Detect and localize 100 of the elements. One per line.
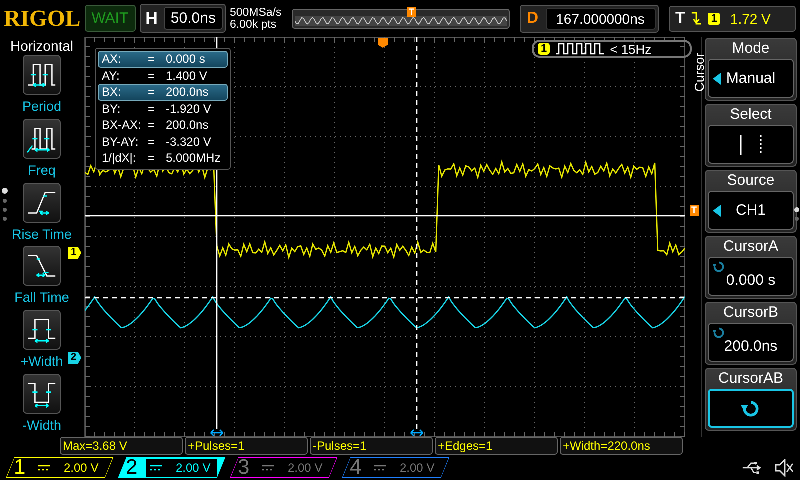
rotate-icon — [713, 327, 725, 339]
cursor-marker-icon — [410, 429, 424, 437]
brand-logo: RIGOL — [4, 6, 81, 32]
dc-coupling-icon — [38, 464, 50, 472]
measure-label: Fall Time — [14, 290, 70, 306]
menu-item-label: CursorA — [722, 237, 780, 257]
cursor-marker-icon — [210, 429, 224, 437]
menu-softkey[interactable] — [708, 389, 794, 428]
menu-title: Cursor — [692, 53, 707, 92]
readout-value: 200.0ns — [166, 85, 209, 100]
channel-scale: 2.00 V — [288, 460, 323, 474]
menu-softkey[interactable]: Manual — [708, 59, 794, 98]
rotate-icon — [713, 261, 725, 273]
left-arrow-icon — [713, 72, 721, 84]
ch2-marker: 2 — [68, 352, 82, 364]
memory-depth: 6.00k pts — [230, 18, 278, 30]
measure-button[interactable] — [22, 374, 61, 414]
cursor-b-line[interactable] — [416, 37, 418, 429]
channel-scale: 2.00 V — [400, 460, 435, 474]
readout-equals: = — [148, 68, 156, 83]
timebase-label: H — [144, 8, 159, 28]
timebase-value: 50.0ns — [164, 7, 223, 30]
trigger-level: 1.72 V — [730, 10, 771, 26]
trigger-position-icon — [378, 38, 388, 48]
readout-label: AX: — [102, 52, 122, 66]
measure-button[interactable] — [22, 246, 61, 286]
readout-value: 200.0ns — [166, 118, 209, 132]
page-indicator-icon — [1, 187, 9, 223]
channel-number: 1 — [14, 456, 27, 480]
dc-coupling-icon — [374, 464, 386, 472]
measurement-cell: -Pulses=1 — [310, 437, 433, 455]
timebase-panel[interactable]: H 50.0ns — [140, 4, 226, 33]
menu-item-label: Select — [729, 105, 773, 125]
measure-label: Freq — [28, 162, 56, 178]
readout-value: 0.000 s — [166, 52, 206, 66]
run-status-button[interactable]: WAIT — [84, 5, 136, 32]
readout-value: 5.000MHz — [166, 151, 221, 166]
channel-scale: 2.00 V — [64, 460, 99, 474]
readout-equals: = — [148, 102, 156, 116]
measurement-cell: +Edges=1 — [435, 437, 558, 455]
channel-tab[interactable]: 1 2.00 V — [6, 456, 114, 478]
measure-button[interactable] — [23, 118, 61, 159]
channel-badge: 1 — [538, 43, 550, 55]
ch1-marker: 1 — [68, 247, 82, 259]
channel-tab[interactable]: 2 2.00 V — [118, 456, 226, 478]
memory-waveform-icon — [294, 16, 507, 26]
trigger-label: T — [676, 10, 686, 28]
trigger-panel[interactable]: T 1 1.72 V — [668, 6, 796, 32]
frequency-value: < 15Hz — [610, 42, 652, 56]
readout-value: -1.920 V — [166, 102, 212, 116]
readout-label: AY: — [102, 68, 121, 83]
readout-label: BX: — [102, 85, 122, 100]
readout-label: BY-AY: — [102, 134, 140, 149]
menu-item-label: CursorAB — [717, 369, 785, 389]
readout-equals: = — [148, 52, 156, 66]
channel-number: 2 — [126, 456, 139, 480]
dc-coupling-icon — [262, 464, 274, 472]
menu-softkey[interactable]: 0.000 s — [708, 257, 794, 296]
readout-label: 1/|dX|: — [102, 151, 138, 166]
measure-button[interactable] — [22, 182, 61, 223]
measurement-cell: Max=3.68 V — [60, 437, 183, 455]
menu-title: Horizontal — [10, 38, 74, 54]
readout-label: BY: — [102, 102, 122, 116]
readout-equals: = — [148, 118, 156, 132]
speaker-muted-icon — [774, 458, 794, 476]
measure-button[interactable] — [23, 310, 61, 350]
channel-scale: 2.00 V — [176, 460, 211, 474]
menu-item-label: CursorB — [722, 303, 780, 323]
rotate-icon — [741, 398, 761, 418]
left-arrow-icon — [713, 204, 721, 216]
measure-button[interactable] — [23, 55, 61, 95]
menu-softkey[interactable]: 200.0ns — [708, 323, 794, 362]
delay-label: D — [526, 10, 540, 28]
channel-tab[interactable]: 3 2.00 V — [230, 456, 338, 478]
channel-tab[interactable]: 4 2.00 V — [342, 456, 450, 478]
menu-item-label: Source — [726, 171, 776, 191]
trigger-position-marker: T — [406, 6, 416, 16]
sample-rate: 500MSa/s — [230, 6, 283, 18]
measure-label: Period — [22, 99, 62, 114]
dc-coupling-icon — [150, 464, 162, 472]
readout-value: 1.400 V — [166, 68, 208, 83]
delay-panel[interactable]: D 167.000000ns — [520, 4, 659, 32]
page-indicator-icon — [794, 207, 800, 223]
menu-softkey[interactable]: CH1 — [708, 191, 794, 230]
trigger-level-marker: T — [690, 205, 699, 216]
channel-number: 3 — [238, 456, 251, 480]
measure-label: +Width — [20, 354, 64, 370]
channel-number: 4 — [350, 456, 363, 480]
readout-equals: = — [148, 85, 156, 100]
falling-edge-icon — [691, 11, 702, 26]
menu-item-label: Mode — [731, 39, 771, 59]
measurement-cell: +Width=220.0ns — [560, 437, 683, 455]
measure-label: -Width — [22, 418, 62, 434]
readout-equals: = — [148, 134, 156, 149]
measurement-cell: +Pulses=1 — [185, 437, 308, 455]
readout-label: BX-AX: — [102, 118, 142, 132]
usb-icon — [742, 460, 764, 474]
measure-label: Rise Time — [12, 226, 72, 242]
readout-equals: = — [148, 151, 156, 166]
delay-value: 167.000000ns — [546, 8, 656, 30]
